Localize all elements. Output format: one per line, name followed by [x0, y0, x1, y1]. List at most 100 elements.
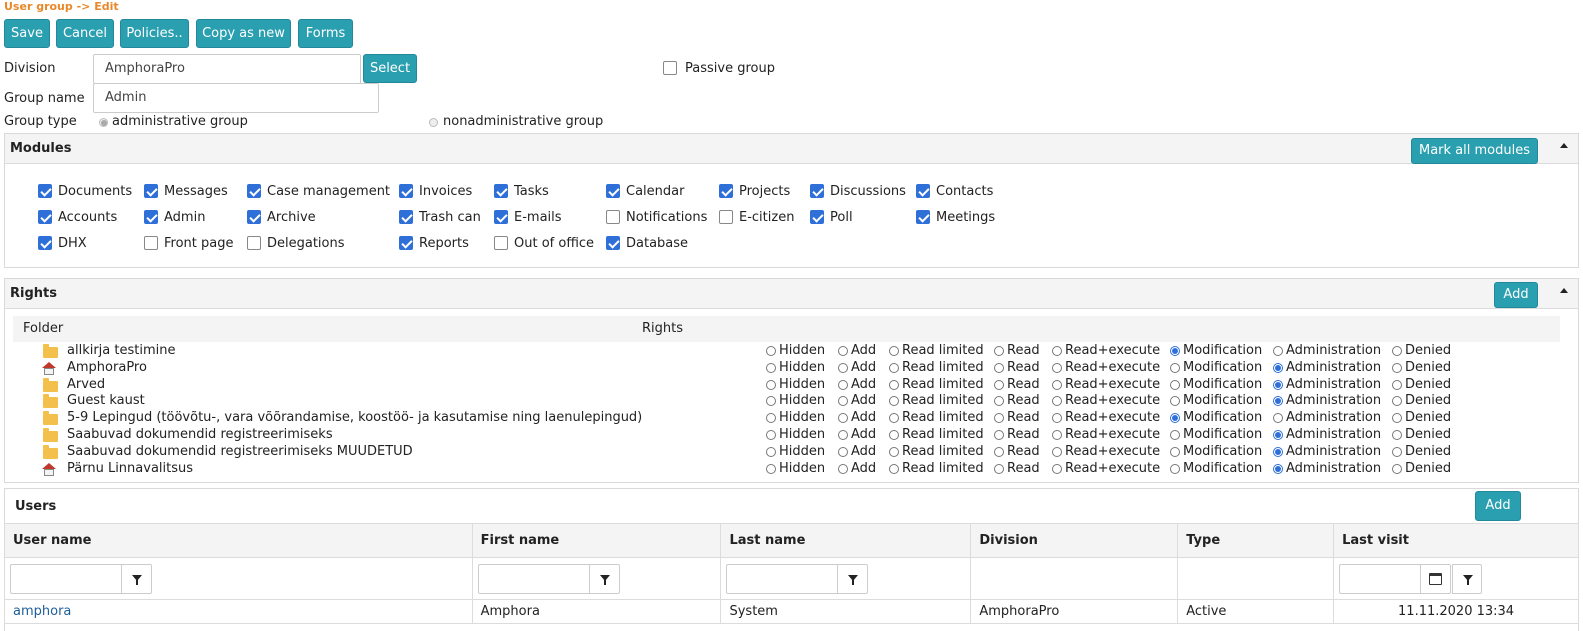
- user-name-filter-input[interactable]: [10, 563, 122, 594]
- right-modification-radio[interactable]: [1170, 413, 1180, 424]
- right-add-radio[interactable]: [838, 413, 848, 424]
- module-accounts-checkbox[interactable]: [38, 210, 52, 224]
- col-division[interactable]: Division: [970, 523, 1179, 558]
- right-administration-radio[interactable]: [1273, 430, 1283, 440]
- right-read-limited-radio[interactable]: [889, 379, 899, 390]
- right-read-radio[interactable]: [994, 463, 1004, 474]
- group-type-administrative-radio[interactable]: [99, 118, 108, 127]
- user-link[interactable]: amphora: [13, 604, 71, 619]
- right-modification-radio[interactable]: [1170, 430, 1180, 440]
- right-modification-radio[interactable]: [1170, 346, 1180, 356]
- group-type-nonadministrative-radio[interactable]: [429, 118, 438, 127]
- right-administration-radio[interactable]: [1273, 362, 1283, 373]
- right-administration-radio[interactable]: [1273, 413, 1283, 424]
- right-administration-radio[interactable]: [1273, 446, 1283, 457]
- module-tasks-checkbox[interactable]: [494, 184, 508, 198]
- cancel-button[interactable]: Cancel: [56, 19, 114, 48]
- right-hidden-radio[interactable]: [766, 446, 776, 457]
- cell-user-name[interactable]: amphora: [4, 599, 473, 624]
- module-case-management-checkbox[interactable]: [247, 184, 261, 198]
- right-read-radio[interactable]: [994, 346, 1004, 356]
- collapse-up-icon[interactable]: [1560, 143, 1568, 148]
- right-read-radio[interactable]: [994, 430, 1004, 440]
- module-discussions-checkbox[interactable]: [810, 184, 824, 198]
- right-hidden-radio[interactable]: [766, 396, 776, 407]
- right-denied-radio[interactable]: [1392, 413, 1402, 424]
- right-hidden-radio[interactable]: [766, 463, 776, 474]
- right-add-radio[interactable]: [838, 446, 848, 457]
- right-read-limited-radio[interactable]: [889, 346, 899, 356]
- right-modification-radio[interactable]: [1170, 446, 1180, 457]
- module-front-page-checkbox[interactable]: [144, 236, 158, 250]
- module-reports-checkbox[interactable]: [399, 236, 413, 250]
- right-hidden-radio[interactable]: [766, 346, 776, 356]
- right-read-execute-radio[interactable]: [1052, 446, 1062, 457]
- module-contacts-checkbox[interactable]: [916, 184, 930, 198]
- module-trash-can-checkbox[interactable]: [399, 210, 413, 224]
- calendar-button[interactable]: [1421, 563, 1452, 594]
- col-last-visit[interactable]: Last visit: [1333, 523, 1579, 558]
- last-name-filter-button[interactable]: [838, 563, 869, 594]
- right-hidden-radio[interactable]: [766, 362, 776, 373]
- right-add-radio[interactable]: [838, 463, 848, 474]
- module-notifications-checkbox[interactable]: [606, 210, 620, 224]
- right-add-radio[interactable]: [838, 430, 848, 440]
- right-denied-radio[interactable]: [1392, 396, 1402, 407]
- right-denied-radio[interactable]: [1392, 430, 1402, 440]
- right-administration-radio[interactable]: [1273, 463, 1283, 474]
- right-read-radio[interactable]: [994, 362, 1004, 373]
- right-modification-radio[interactable]: [1170, 463, 1180, 474]
- module-e-citizen-checkbox[interactable]: [719, 210, 733, 224]
- right-hidden-radio[interactable]: [766, 413, 776, 424]
- save-button[interactable]: Save: [4, 19, 50, 48]
- right-add-radio[interactable]: [838, 346, 848, 356]
- module-invoices-checkbox[interactable]: [399, 184, 413, 198]
- right-denied-radio[interactable]: [1392, 379, 1402, 390]
- right-read-limited-radio[interactable]: [889, 446, 899, 457]
- col-last-name[interactable]: Last name: [720, 523, 972, 558]
- last-name-filter-input[interactable]: [726, 563, 839, 594]
- right-administration-radio[interactable]: [1273, 396, 1283, 407]
- right-read-execute-radio[interactable]: [1052, 346, 1062, 356]
- right-read-radio[interactable]: [994, 446, 1004, 457]
- right-read-execute-radio[interactable]: [1052, 413, 1062, 424]
- right-administration-radio[interactable]: [1273, 379, 1283, 390]
- collapse-up-icon[interactable]: [1560, 288, 1568, 293]
- col-type[interactable]: Type: [1177, 523, 1335, 558]
- right-administration-radio[interactable]: [1273, 346, 1283, 356]
- right-modification-radio[interactable]: [1170, 362, 1180, 373]
- module-archive-checkbox[interactable]: [247, 210, 261, 224]
- right-add-radio[interactable]: [838, 379, 848, 390]
- right-read-limited-radio[interactable]: [889, 430, 899, 440]
- right-modification-radio[interactable]: [1170, 396, 1180, 407]
- module-meetings-checkbox[interactable]: [916, 210, 930, 224]
- right-read-execute-radio[interactable]: [1052, 396, 1062, 407]
- module-projects-checkbox[interactable]: [719, 184, 733, 198]
- mark-all-modules-button[interactable]: Mark all modules: [1411, 138, 1538, 164]
- right-read-execute-radio[interactable]: [1052, 463, 1062, 474]
- division-field[interactable]: AmphoraPro: [93, 54, 361, 84]
- right-read-radio[interactable]: [994, 396, 1004, 407]
- right-read-limited-radio[interactable]: [889, 463, 899, 474]
- module-database-checkbox[interactable]: [606, 236, 620, 250]
- right-read-execute-radio[interactable]: [1052, 362, 1062, 373]
- forms-button[interactable]: Forms: [298, 19, 353, 48]
- module-documents-checkbox[interactable]: [38, 184, 52, 198]
- module-messages-checkbox[interactable]: [144, 184, 158, 198]
- add-right-button[interactable]: Add: [1494, 282, 1538, 308]
- first-name-filter-button[interactable]: [589, 563, 620, 594]
- right-hidden-radio[interactable]: [766, 379, 776, 390]
- col-user-name[interactable]: User name: [4, 523, 473, 558]
- right-add-radio[interactable]: [838, 362, 848, 373]
- right-modification-radio[interactable]: [1170, 379, 1180, 390]
- first-name-filter-input[interactable]: [477, 563, 590, 594]
- right-denied-radio[interactable]: [1392, 362, 1402, 373]
- table-row[interactable]: amphora Amphora System AmphoraPro Active…: [4, 599, 1579, 624]
- right-read-limited-radio[interactable]: [889, 362, 899, 373]
- right-read-limited-radio[interactable]: [889, 413, 899, 424]
- right-denied-radio[interactable]: [1392, 346, 1402, 356]
- policies-button[interactable]: Policies..: [120, 19, 189, 48]
- add-user-button[interactable]: Add: [1475, 491, 1521, 521]
- user-name-filter-button[interactable]: [122, 563, 152, 594]
- col-first-name[interactable]: First name: [471, 523, 722, 558]
